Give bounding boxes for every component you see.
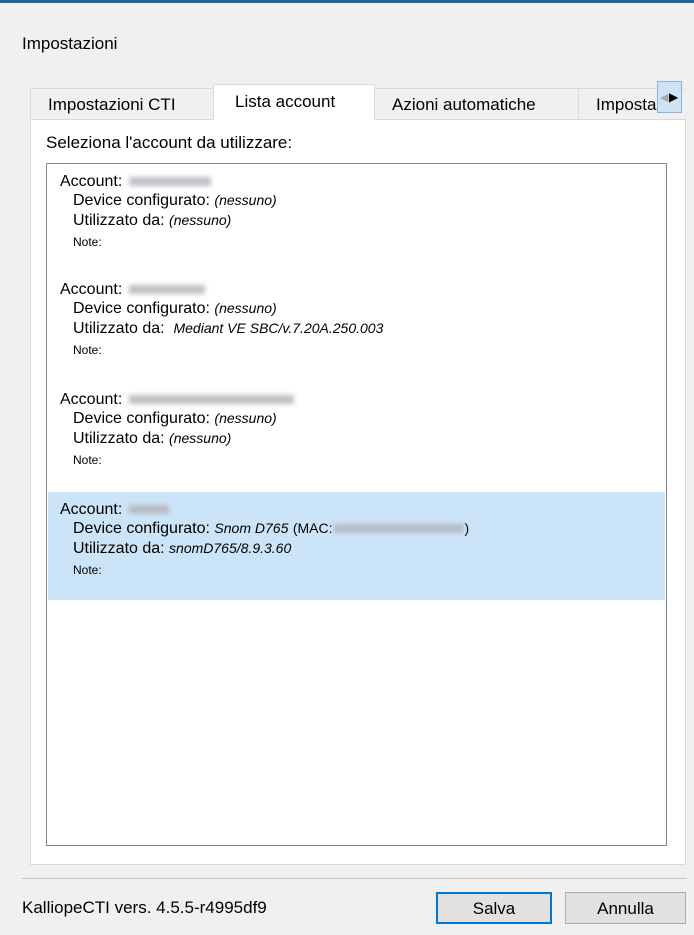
settings-panel: Impostazioni CTI Lista account Azioni au…	[30, 64, 687, 866]
redacted-account-name	[128, 177, 211, 187]
redacted-account-name	[128, 395, 294, 405]
tab-impostazioni-cti[interactable]: Impostazioni CTI	[30, 88, 214, 119]
note-label: Note:	[73, 235, 102, 249]
used-by-value: Mediant VE SBC/v.7.20A.250.003	[173, 320, 384, 336]
account-select-prompt: Seleziona l'account da utilizzare:	[46, 133, 293, 152]
used-by-value: (nessuno)	[169, 212, 232, 228]
redacted-mac-address	[334, 524, 465, 534]
version-text: KalliopeCTI vers. 4.5.5-r4995df9	[22, 898, 267, 917]
tab-lista-account[interactable]: Lista account	[213, 84, 375, 120]
account-list-item-selected[interactable]: Account: Device configurato: Snom D765 (…	[48, 492, 665, 600]
account-list-item[interactable]: Account: Device configurato: (nessuno) U…	[48, 382, 665, 490]
used-by-label: Utilizzato da:	[73, 320, 165, 337]
footer-divider	[22, 878, 687, 879]
title-bar-accent-line	[0, 0, 694, 3]
account-list-item[interactable]: Account: Device configurato: (nessuno) U…	[48, 272, 665, 380]
account-list-item[interactable]: Account: Device configurato: (nessuno) U…	[48, 164, 665, 272]
account-list[interactable]: Account: Device configurato: (nessuno) U…	[46, 163, 667, 846]
device-value: Snom D765	[214, 520, 289, 536]
window-title: Impostazioni	[22, 34, 118, 53]
account-label: Account:	[60, 281, 123, 298]
device-label: Device configurato:	[73, 192, 210, 209]
used-by-label: Utilizzato da:	[73, 540, 165, 557]
device-value: (nessuno)	[214, 192, 277, 208]
device-label: Device configurato:	[73, 520, 210, 537]
redacted-account-name	[128, 285, 205, 295]
device-value: (nessuno)	[214, 410, 277, 426]
note-label: Note:	[73, 453, 102, 467]
note-label: Note:	[73, 343, 102, 357]
tab-bar: Impostazioni CTI Lista account Azioni au…	[30, 84, 684, 120]
tab-scroll-buttons[interactable]: ◀ ▶	[657, 81, 682, 113]
note-label: Note:	[73, 563, 102, 577]
used-by-value: (nessuno)	[169, 430, 232, 446]
redacted-account-name	[128, 505, 169, 515]
used-by-value: snomD765/8.9.3.60	[169, 540, 292, 556]
mac-suffix: )	[464, 520, 470, 536]
triangle-right-icon[interactable]: ▶	[669, 90, 678, 104]
account-label: Account:	[60, 173, 123, 190]
device-value: (nessuno)	[214, 300, 277, 316]
tab-azioni-automatiche[interactable]: Azioni automatiche	[374, 88, 579, 119]
used-by-label: Utilizzato da:	[73, 212, 165, 229]
cancel-button[interactable]: Annulla	[565, 892, 686, 924]
account-label: Account:	[60, 501, 123, 518]
device-label: Device configurato:	[73, 300, 210, 317]
triangle-left-icon[interactable]: ◀	[660, 91, 668, 104]
save-button[interactable]: Salva	[436, 892, 552, 924]
device-label: Device configurato:	[73, 410, 210, 427]
account-label: Account:	[60, 391, 123, 408]
mac-prefix: (MAC:	[292, 520, 333, 536]
tab-page-lista-account: Seleziona l'account da utilizzare: Accou…	[30, 119, 686, 865]
used-by-label: Utilizzato da:	[73, 430, 165, 447]
